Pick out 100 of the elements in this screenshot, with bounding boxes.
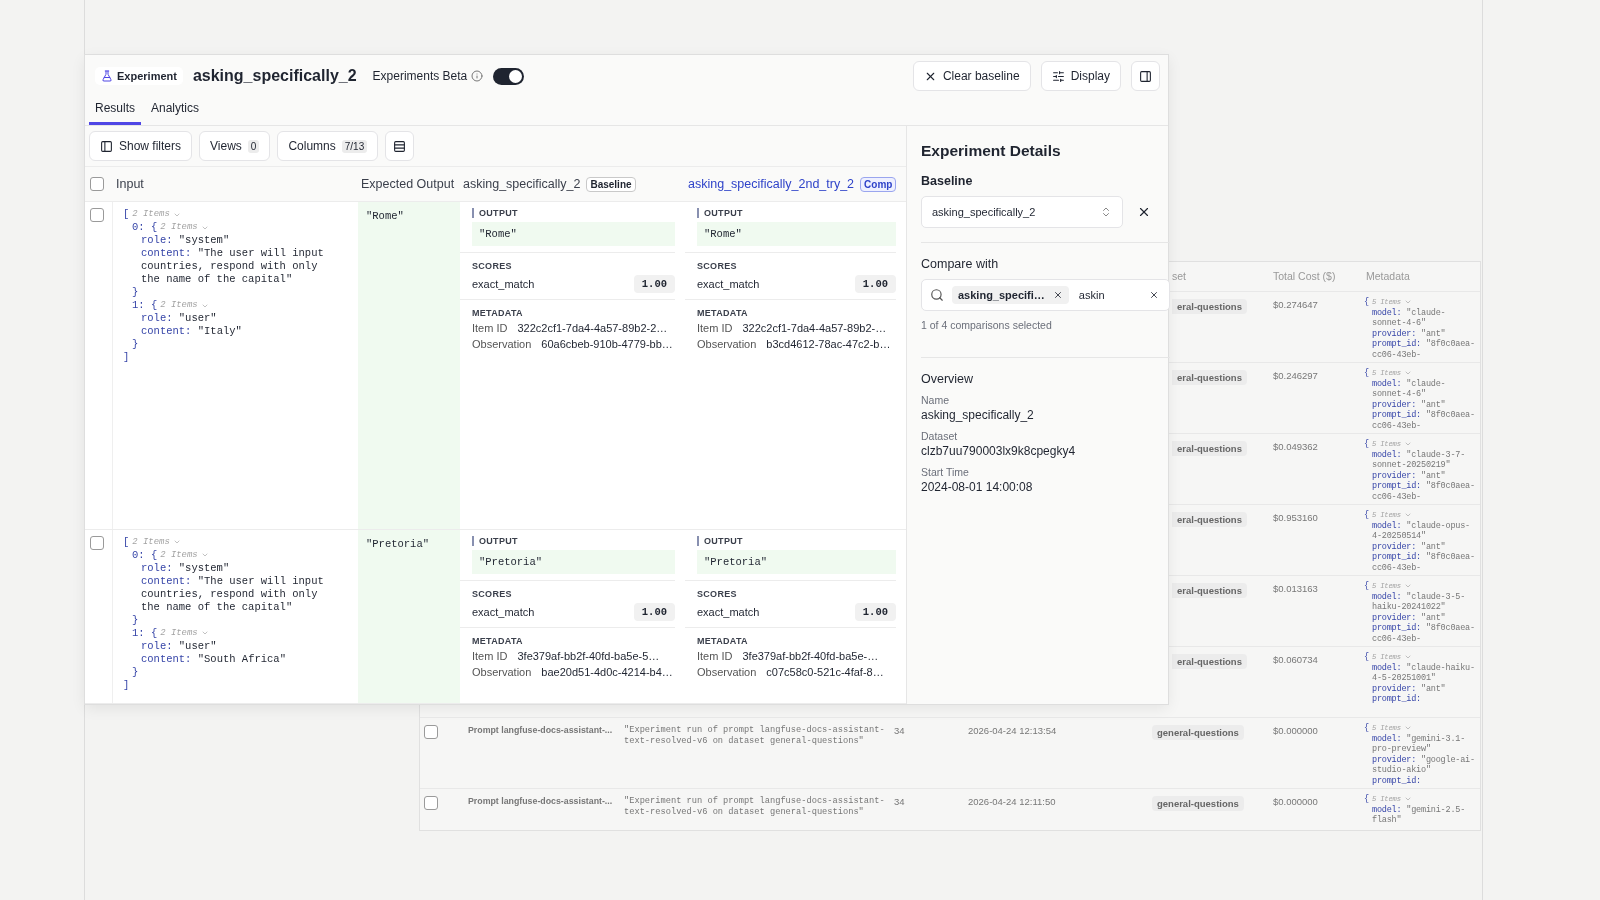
views-button[interactable]: Views 0 — [199, 131, 271, 161]
json-bracket: ] — [123, 678, 131, 692]
json-line: prompt_id: "8f0c0aea-cc06-43eb- — [1372, 552, 1476, 574]
meta-value: 322c2cf1-7da4-4a57-89b2-2… — [517, 322, 668, 335]
meta-label: Observation — [697, 665, 757, 678]
field-value: asking_specifically_2 — [921, 408, 1035, 422]
json-line: model: "gemini-2.5-flash" — [1372, 804, 1467, 826]
meta-label: Observation — [472, 338, 532, 351]
row-checkbox[interactable] — [424, 796, 438, 810]
json-line: role: "system" — [141, 234, 231, 248]
json-line: provider: "google-ai-studio-akio" — [1372, 754, 1476, 776]
score-value: 1.00 — [633, 602, 675, 621]
cost-cell-text: $0.060734 — [1272, 653, 1319, 667]
json-line: prompt_id: — [1372, 775, 1422, 787]
expected-output: "Rome" — [366, 210, 404, 223]
tab[interactable]: Analytics — [145, 101, 206, 125]
selection-summary: 1 of 4 comparisons selected — [921, 319, 1053, 331]
json-bracket: [ — [123, 535, 130, 549]
json-line: content: "South Africa" — [141, 652, 287, 666]
section-label: SCORES — [472, 261, 513, 272]
meta-value: c07c58c0-521c-4faf-8… — [766, 665, 884, 678]
json-bracket: 1: { — [132, 626, 158, 640]
section-label: METADATA — [472, 635, 524, 646]
field-label: Dataset — [921, 430, 959, 442]
dataset-tag: general-questions — [1152, 796, 1244, 811]
row-checkbox[interactable] — [424, 725, 438, 739]
time-cell-text: 2026-04-24 12:11:50 — [967, 795, 1057, 809]
panel-toggle-button[interactable] — [1131, 61, 1160, 91]
info-icon[interactable] — [471, 70, 484, 82]
json-bracket: { — [1364, 368, 1369, 379]
count-cell-text: 34 — [893, 795, 906, 809]
json-line: prompt_id: — [1372, 694, 1422, 705]
json-line: model: "claude-3-5-haiku-20241022" — [1372, 591, 1467, 613]
json-line: model: "gemini-3.1-pro-preview" — [1372, 733, 1467, 755]
section-title: Compare with — [921, 257, 1000, 271]
remove-icon[interactable] — [1052, 290, 1063, 300]
output-value: "Rome" — [479, 228, 517, 241]
compare-search-field[interactable]: asking_specifi… askin — [921, 279, 1170, 311]
clear-baseline-button[interactable]: Clear baseline — [912, 61, 1031, 91]
meta-label: Item ID — [472, 322, 508, 335]
badge-label: Experiment — [117, 70, 177, 82]
output-value: "Pretoria" — [704, 555, 767, 568]
description-cell-text: "Experiment run of prompt langfuse-docs-assistant-text-resolved-v6 on dataset general-questions" — [623, 724, 886, 748]
tab[interactable]: Results — [89, 101, 141, 125]
expected-output: "Pretoria" — [366, 537, 429, 550]
meta-label: Observation — [472, 665, 532, 678]
row-density-button[interactable] — [385, 131, 415, 161]
column-header: set — [1171, 269, 1187, 284]
baseline-select[interactable]: asking_specifically_2 — [921, 196, 1123, 228]
close-icon[interactable] — [1137, 205, 1151, 219]
json-bracket: } — [132, 286, 140, 300]
name-cell-text: Prompt langfuse-docs-assistant-... — [467, 795, 614, 808]
json-line: content: "Italy" — [141, 325, 243, 339]
section-title: Overview — [921, 372, 975, 386]
row-checkbox[interactable] — [90, 208, 104, 223]
panel-icon — [1139, 69, 1152, 83]
score-value: 1.00 — [854, 602, 896, 621]
json-line: model: "claude-opus-4-20250514" — [1372, 520, 1472, 542]
row-checkbox[interactable] — [90, 535, 104, 550]
json-bracket: { — [1364, 652, 1369, 663]
json-line: model: "claude-3-7-sonnet-20250219" — [1372, 449, 1467, 471]
score-name: exact_match — [697, 278, 760, 291]
json-line: prompt_id: "8f0c0aea-cc06-43eb- — [1372, 339, 1476, 361]
json-line: role: "user" — [141, 639, 218, 653]
meta-value: 60a6cbeb-910b-4779-bb… — [541, 338, 673, 351]
meta-label: Item ID — [697, 322, 733, 335]
select-all-checkbox[interactable] — [90, 177, 104, 192]
section-label: METADATA — [697, 635, 749, 646]
name-cell-text: Prompt langfuse-docs-assistant-... — [467, 724, 614, 737]
json-line: prompt_id: "8f0c0aea-cc06-43eb- — [1372, 410, 1476, 432]
search-icon — [930, 288, 944, 302]
output-value: "Rome" — [704, 228, 742, 241]
meta-value: 3fe379af-bb2f-40fd-ba5e-… — [742, 649, 879, 662]
column-link[interactable]: asking_specifically_2nd_try_2 — [688, 177, 855, 192]
dataset-tag: eral-questions — [1172, 370, 1247, 385]
clear-icon[interactable] — [1148, 290, 1159, 300]
columns-button[interactable]: Columns 7/13 — [277, 131, 379, 161]
item-count: 2 Items — [160, 221, 198, 235]
display-button[interactable]: Display — [1040, 61, 1121, 91]
meta-value: b3cd4612-78ac-47c2-b… — [766, 338, 891, 351]
cost-cell-text: $0.049362 — [1272, 440, 1319, 454]
json-line: provider: "ant" — [1372, 470, 1447, 481]
item-count: 2 Items — [132, 208, 170, 222]
section-label: SCORES — [697, 588, 738, 599]
json-bracket: 0: { — [132, 548, 158, 562]
panel-title: Experiment Details — [921, 142, 1062, 160]
column-header: Input — [116, 177, 144, 192]
dataset-tag: eral-questions — [1172, 441, 1247, 456]
show-filters-button[interactable]: Show filters — [89, 131, 193, 161]
views-count: 0 — [247, 139, 260, 153]
section-label: OUTPUT — [697, 208, 896, 219]
json-bracket: 1: { — [132, 299, 158, 313]
dataset-tag: eral-questions — [1172, 654, 1247, 669]
dataset-tag: eral-questions — [1172, 299, 1247, 314]
meta-value: 322c2cf1-7da4-4a57-89b2-… — [742, 322, 887, 335]
beta-toggle[interactable] — [493, 67, 525, 85]
selected-chip[interactable]: asking_specifi… — [952, 286, 1069, 304]
column-header: asking_specifically_2 — [463, 177, 581, 192]
json-line: role: "system" — [141, 561, 231, 575]
search-input[interactable]: askin — [1076, 288, 1141, 302]
